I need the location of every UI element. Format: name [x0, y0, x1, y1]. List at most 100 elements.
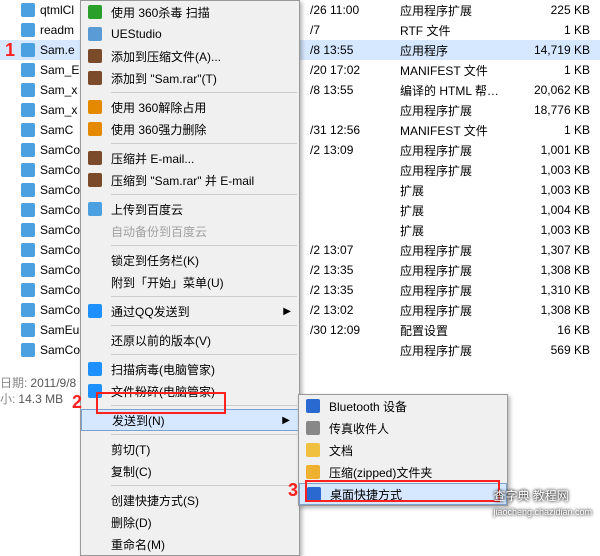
file-type: MANIFEST 文件	[400, 62, 510, 79]
file-icon	[20, 302, 36, 318]
annotation-badge-1: 1	[5, 40, 15, 61]
menu-item[interactable]: 还原以前的版本(V)	[81, 329, 299, 351]
file-size: 1,003 KB	[510, 183, 590, 197]
menu-item[interactable]: 重命名(M)	[81, 533, 299, 555]
menu-item-label: 附到「开始」菜单(U)	[111, 274, 224, 291]
menu-item-label: 压缩(zipped)文件夹	[329, 464, 432, 481]
file-icon	[20, 342, 36, 358]
menu-item[interactable]: 创建快捷方式(S)	[81, 489, 299, 511]
file-size: 1,308 KB	[510, 263, 590, 277]
menu-item[interactable]: 压缩并 E-mail...	[81, 147, 299, 169]
menu-item-label: 压缩到 "Sam.rar" 并 E-mail	[111, 172, 254, 189]
menu-separator	[111, 485, 297, 486]
menu-item[interactable]: 传真收件人	[299, 417, 507, 439]
menu-item[interactable]: 上传到百度云	[81, 198, 299, 220]
menu-item[interactable]: 压缩到 "Sam.rar" 并 E-mail	[81, 169, 299, 191]
menu-separator	[111, 194, 297, 195]
file-size: 225 KB	[510, 3, 590, 17]
file-type: RTF 文件	[400, 22, 510, 39]
menu-item-label: 使用 360强力删除	[111, 121, 206, 138]
file-icon	[20, 322, 36, 338]
file-icon	[20, 262, 36, 278]
status-size: 14.3 MB	[18, 392, 63, 406]
menu-item[interactable]: 附到「开始」菜单(U)	[81, 271, 299, 293]
file-type: 应用程序扩展	[400, 302, 510, 319]
file-size: 18,776 KB	[510, 103, 590, 117]
file-size: 16 KB	[510, 323, 590, 337]
menu-item-label: 通过QQ发送到	[111, 303, 190, 320]
menu-item[interactable]: 复制(C)	[81, 460, 299, 482]
file-date: /7	[310, 23, 390, 37]
file-date: /30 12:09	[310, 323, 390, 337]
file-type: 应用程序扩展	[400, 102, 510, 119]
rar-icon	[85, 47, 105, 65]
qq-icon	[85, 302, 105, 320]
file-size: 1 KB	[510, 123, 590, 137]
menu-item[interactable]: Bluetooth 设备	[299, 395, 507, 417]
menu-separator	[111, 296, 297, 297]
submenu-arrow-icon: ▶	[283, 306, 291, 317]
file-date: /2 13:07	[310, 243, 390, 257]
file-type: 应用程序扩展	[400, 162, 510, 179]
menu-item[interactable]: 删除(D)	[81, 511, 299, 533]
menu-item[interactable]: 添加到压缩文件(A)...	[81, 45, 299, 67]
folder-icon	[303, 441, 323, 459]
file-date: /2 13:35	[310, 283, 390, 297]
menu-item[interactable]: 扫描病毒(电脑管家)	[81, 358, 299, 380]
menu-item-label: 扫描病毒(电脑管家)	[111, 361, 215, 378]
menu-item-label: 上传到百度云	[111, 201, 183, 218]
file-type: 编译的 HTML 帮…	[400, 82, 510, 99]
file-type: 应用程序	[400, 42, 510, 59]
file-size: 20,062 KB	[510, 83, 590, 97]
file-size: 1,308 KB	[510, 303, 590, 317]
fax-icon	[303, 419, 323, 437]
file-date: /26 11:00	[310, 3, 390, 17]
file-icon	[20, 182, 36, 198]
file-size: 1 KB	[510, 63, 590, 77]
menu-separator	[111, 143, 297, 144]
file-type: 扩展	[400, 182, 510, 199]
menu-item[interactable]: 剪切(T)	[81, 438, 299, 460]
menu-item[interactable]: UEStudio	[81, 23, 299, 45]
file-icon	[20, 22, 36, 38]
file-icon	[20, 282, 36, 298]
watermark: 查字典 教程网 jiaocheng.chazidian.com	[493, 487, 592, 518]
file-icon	[20, 82, 36, 98]
guard-icon	[85, 360, 105, 378]
file-type: 应用程序扩展	[400, 142, 510, 159]
menu-item-label: 文档	[329, 442, 353, 459]
menu-item: 自动备份到百度云	[81, 220, 299, 242]
file-type: 应用程序扩展	[400, 342, 510, 359]
file-type: 配置设置	[400, 322, 510, 339]
file-icon	[20, 142, 36, 158]
file-size: 1,004 KB	[510, 203, 590, 217]
submenu-arrow-icon: ▶	[282, 415, 290, 426]
file-type: 应用程序扩展	[400, 2, 510, 19]
rar-icon	[85, 149, 105, 167]
status-date: 2011/9/8	[30, 376, 76, 390]
annotation-badge-3: 3	[288, 480, 298, 501]
file-icon	[20, 42, 36, 58]
file-size: 569 KB	[510, 343, 590, 357]
menu-item-label: 锁定到任务栏(K)	[111, 252, 199, 269]
file-date: /2 13:35	[310, 263, 390, 277]
menu-separator	[111, 92, 297, 93]
menu-item-label: 使用 360杀毒 扫描	[111, 4, 210, 21]
highlight-box-sendto	[96, 392, 226, 414]
file-size: 1,001 KB	[510, 143, 590, 157]
menu-item[interactable]: 使用 360解除占用	[81, 96, 299, 118]
file-date: /2 13:09	[310, 143, 390, 157]
file-type: MANIFEST 文件	[400, 122, 510, 139]
menu-item[interactable]: 锁定到任务栏(K)	[81, 249, 299, 271]
menu-item-label: 删除(D)	[111, 514, 152, 531]
menu-item[interactable]: 使用 360强力删除	[81, 118, 299, 140]
360-icon	[85, 98, 105, 116]
menu-item[interactable]: 通过QQ发送到 ▶	[81, 300, 299, 322]
menu-item[interactable]: 文档	[299, 439, 507, 461]
file-icon	[20, 162, 36, 178]
ue-icon	[85, 25, 105, 43]
menu-item[interactable]: 添加到 "Sam.rar"(T)	[81, 67, 299, 89]
menu-item[interactable]: 使用 360杀毒 扫描	[81, 1, 299, 23]
menu-item-label: 添加到压缩文件(A)...	[111, 48, 221, 65]
menu-item-label: 传真收件人	[329, 420, 389, 437]
